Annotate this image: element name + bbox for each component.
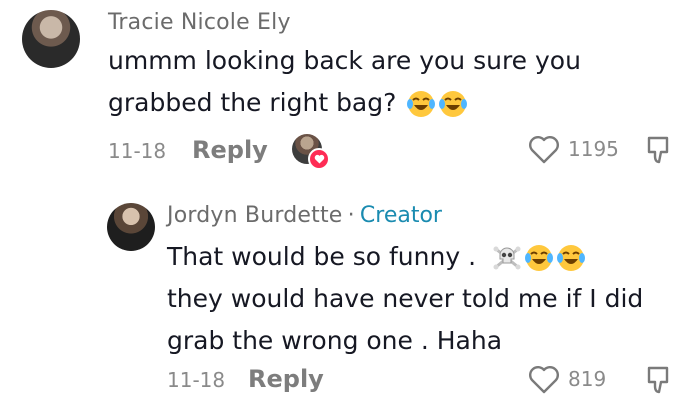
reply-text-line-1: That would be so funny . (167, 236, 667, 278)
laughing-tears-emoji-icon (556, 245, 585, 271)
comment-text-line-1: ummm looking back are you sure you (108, 46, 581, 75)
heart-badge-icon (308, 148, 330, 170)
comment-date: 11-18 (108, 139, 167, 163)
laughing-tears-emoji-icon (407, 91, 436, 117)
reply-author-name[interactable]: Jordyn Burdette (167, 203, 343, 228)
reply-like-button[interactable]: 819 (528, 362, 628, 396)
reply-like-count: 819 (568, 367, 607, 391)
skull-crossbones-emoji-icon (493, 246, 521, 270)
author-separator: · (347, 203, 355, 228)
commenter-avatar[interactable] (22, 10, 80, 68)
comment-like-button[interactable]: 1195 (528, 132, 638, 166)
laughing-tears-emoji-icon (524, 245, 553, 271)
comment-reply-button[interactable]: Reply (192, 136, 268, 164)
heart-outline-icon[interactable] (528, 365, 560, 395)
comment-like-count: 1195 (568, 137, 619, 161)
reply-text: That would be so funny . they would have… (167, 236, 667, 362)
dislike-icon[interactable] (645, 364, 673, 396)
reply-author-line: Jordyn Burdette · Creator (167, 203, 442, 228)
reply-text-line-3: grab the wrong one . Haha (167, 326, 503, 355)
reply-author-avatar[interactable] (107, 203, 155, 251)
reply-text-line-1-text: That would be so funny . (167, 242, 477, 271)
comment-text: ummm looking back are you sure you grabb… (108, 40, 628, 124)
creator-badge: Creator (359, 203, 442, 228)
reply-date: 11-18 (167, 368, 226, 392)
creator-liked-indicator (292, 134, 332, 170)
comment-author-name[interactable]: Tracie Nicole Ely (108, 10, 291, 35)
laughing-tears-emoji-icon (439, 91, 468, 117)
comment-text-line-2-text: grabbed the right bag? (108, 88, 397, 117)
reply-reply-button[interactable]: Reply (248, 365, 324, 393)
reply-text-line-2: they would have never told me if I did (167, 284, 644, 313)
dislike-icon[interactable] (645, 134, 673, 166)
heart-outline-icon[interactable] (528, 135, 560, 165)
comment-text-line-2: grabbed the right bag? (108, 82, 628, 124)
